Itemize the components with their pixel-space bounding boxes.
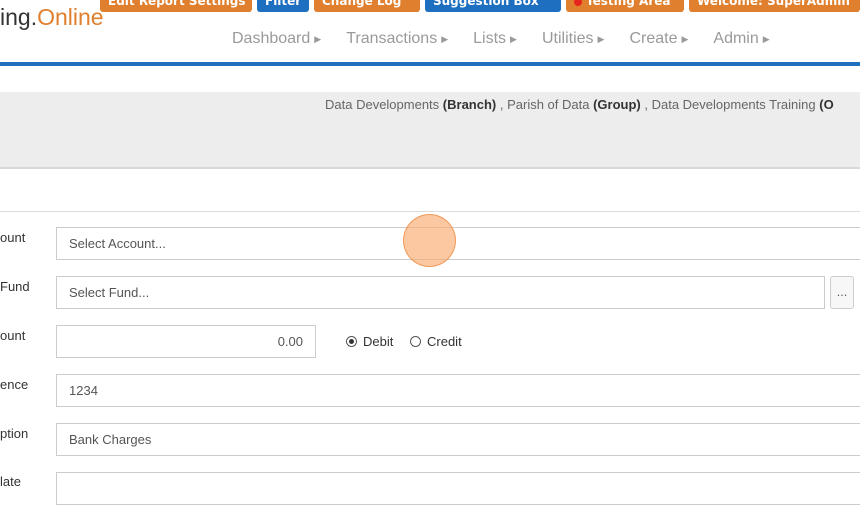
- filter-button[interactable]: Filter: [257, 0, 309, 12]
- reference-input[interactable]: 1234: [56, 374, 860, 407]
- account-select[interactable]: Select Account...: [56, 227, 860, 260]
- caret-right-icon: ▶: [314, 34, 322, 44]
- debit-radio[interactable]: Debit: [346, 334, 393, 349]
- fund-label: Fund: [0, 279, 30, 294]
- caret-right-icon: ▶: [510, 34, 517, 44]
- amount-input[interactable]: 0.00: [56, 325, 316, 358]
- radio-selected-icon: [346, 336, 357, 347]
- date-input[interactable]: [56, 472, 860, 505]
- main-nav: Dashboard ▶ Transactions ▶ Lists ▶ Utilitie…: [232, 30, 795, 48]
- amount-label: ount: [0, 328, 26, 343]
- caret-right-icon: ▶: [681, 34, 689, 44]
- testing-area-button[interactable]: Testing Area: [566, 0, 684, 12]
- welcome-user-button[interactable]: Welcome: SuperAdmin: [689, 0, 860, 12]
- description-input[interactable]: Bank Charges: [56, 423, 860, 456]
- edit-report-settings-button[interactable]: Edit Report Settings: [100, 0, 252, 12]
- nav-underline: [0, 62, 860, 66]
- nav-admin[interactable]: Admin ▶: [713, 30, 769, 48]
- caret-right-icon: ▶: [597, 34, 605, 44]
- change-log-button[interactable]: Change Log: [314, 0, 420, 12]
- nav-create[interactable]: Create ▶: [629, 30, 688, 48]
- nav-lists[interactable]: Lists ▶: [473, 30, 517, 48]
- app-logo[interactable]: ing.Online: [0, 4, 104, 31]
- date-label: late: [0, 474, 21, 489]
- account-label: ount: [0, 230, 26, 245]
- caret-right-icon: ▶: [762, 34, 770, 44]
- suggestion-box-button[interactable]: Suggestion Box: [425, 0, 561, 12]
- nav-dashboard[interactable]: Dashboard ▶: [232, 30, 321, 48]
- breadcrumb: Data Developments (Branch) , Parish of D…: [325, 97, 834, 112]
- form-divider: [0, 211, 860, 212]
- reference-label: ence: [0, 377, 29, 392]
- nav-utilities[interactable]: Utilities ▶: [542, 30, 604, 48]
- recording-dot-icon: [574, 0, 582, 6]
- fund-select[interactable]: Select Fund...: [56, 276, 825, 309]
- radio-unselected-icon: [410, 336, 421, 347]
- description-label: ption: [0, 426, 29, 441]
- credit-radio[interactable]: Credit: [410, 334, 462, 349]
- click-indicator: [403, 214, 456, 267]
- fund-browse-button[interactable]: ...: [830, 276, 854, 309]
- caret-right-icon: ▶: [441, 34, 449, 44]
- nav-transactions[interactable]: Transactions ▶: [346, 30, 448, 48]
